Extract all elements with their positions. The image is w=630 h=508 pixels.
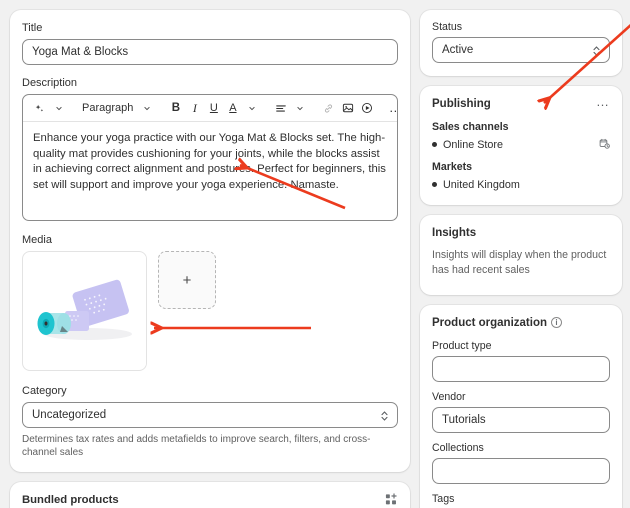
- title-field-group: Title Yoga Mat & Blocks: [22, 21, 398, 65]
- chevron-updown-icon: [380, 408, 389, 422]
- align-chevron-icon[interactable]: [290, 98, 309, 119]
- market-name: United Kingdom: [443, 179, 610, 191]
- underline-button[interactable]: U: [204, 98, 223, 119]
- bold-button[interactable]: B: [166, 98, 185, 119]
- image-icon[interactable]: [338, 98, 357, 119]
- vendor-field: Vendor Tutorials: [432, 391, 610, 433]
- editor-toolbar: Paragraph B I U A: [23, 95, 397, 122]
- italic-button[interactable]: I: [185, 98, 204, 119]
- status-dot: [432, 142, 437, 147]
- insights-card: Insights Insights will display when the …: [420, 215, 622, 295]
- tags-field: Tags: [432, 493, 610, 508]
- media-row: +: [22, 251, 398, 371]
- collections-input[interactable]: [432, 458, 610, 484]
- product-editor-page: Title Yoga Mat & Blocks Description: [0, 0, 630, 508]
- product-organization-title-text: Product organization: [432, 317, 547, 329]
- product-image: [24, 256, 146, 366]
- vendor-input[interactable]: Tutorials: [432, 407, 610, 433]
- block-style-chevron-icon[interactable]: [137, 98, 156, 119]
- block-style-label[interactable]: Paragraph: [78, 102, 137, 114]
- more-options-button[interactable]: …: [386, 98, 398, 119]
- media-thumbnail[interactable]: [22, 251, 147, 371]
- media-field-group: Media: [22, 233, 398, 371]
- vendor-label: Vendor: [432, 391, 610, 403]
- sales-channel-row[interactable]: Online Store: [432, 137, 610, 152]
- bundled-header-text: Bundled products by Bundles: [22, 493, 119, 508]
- description-label: Description: [22, 76, 398, 90]
- schedule-icon[interactable]: [599, 138, 610, 152]
- align-icon[interactable]: [271, 98, 290, 119]
- bundled-products-title: Bundled products: [22, 493, 119, 508]
- category-label: Category: [22, 384, 398, 398]
- publishing-more-button[interactable]: …: [596, 97, 610, 107]
- sales-channels-label: Sales channels: [432, 121, 610, 133]
- text-color-chevron-icon[interactable]: [242, 98, 261, 119]
- category-help-text: Determines tax rates and adds metafields…: [22, 433, 398, 459]
- title-label: Title: [22, 21, 398, 35]
- chevron-updown-icon: [592, 43, 601, 57]
- bundled-header: Bundled products by Bundles: [22, 493, 398, 508]
- product-type-input[interactable]: [432, 356, 610, 382]
- category-select[interactable]: Uncategorized: [22, 402, 398, 428]
- app-grid-icon[interactable]: [385, 493, 398, 508]
- publishing-header: Publishing …: [432, 97, 610, 112]
- main-column: Title Yoga Mat & Blocks Description: [10, 10, 410, 508]
- publishing-card: Publishing … Sales channels Online Store: [420, 86, 622, 205]
- info-icon[interactable]: i: [551, 317, 562, 328]
- insights-body: Insights will display when the product h…: [432, 248, 610, 278]
- description-body[interactable]: Enhance your yoga practice with our Yoga…: [23, 122, 397, 220]
- status-select[interactable]: Active: [432, 37, 610, 63]
- product-details-card: Title Yoga Mat & Blocks Description: [10, 10, 410, 472]
- status-value: Active: [442, 38, 473, 62]
- category-value: Uncategorized: [32, 403, 106, 427]
- insights-title: Insights: [432, 226, 610, 241]
- product-type-field: Product type: [432, 340, 610, 382]
- add-media-button[interactable]: +: [158, 251, 216, 309]
- bundled-products-card: Bundled products by Bundles: [10, 482, 410, 508]
- title-input[interactable]: Yoga Mat & Blocks: [22, 39, 398, 65]
- description-field-group: Description Paragraph: [22, 76, 398, 221]
- product-organization-card: Product organization i Product type Vendo…: [420, 305, 622, 508]
- tags-label: Tags: [432, 493, 610, 505]
- sparkle-icon[interactable]: [30, 98, 49, 119]
- text-color-button[interactable]: A: [223, 98, 242, 119]
- publishing-title: Publishing: [432, 97, 491, 112]
- market-row[interactable]: United Kingdom: [432, 177, 610, 192]
- description-editor[interactable]: Paragraph B I U A: [22, 94, 398, 221]
- status-dot: [432, 182, 437, 187]
- markets-label: Markets: [432, 161, 610, 173]
- video-icon[interactable]: [357, 98, 376, 119]
- media-label: Media: [22, 233, 398, 247]
- sparkle-dropdown-chevron-icon[interactable]: [49, 98, 68, 119]
- status-label: Status: [432, 21, 610, 33]
- product-type-label: Product type: [432, 340, 610, 352]
- product-organization-title: Product organization i: [432, 316, 610, 331]
- collections-field: Collections: [432, 442, 610, 484]
- category-field-group: Category Uncategorized Determines tax ra…: [22, 384, 398, 459]
- link-icon: [319, 98, 338, 119]
- status-card: Status Active: [420, 10, 622, 76]
- sales-channel-name: Online Store: [443, 139, 593, 151]
- collections-label: Collections: [432, 442, 610, 454]
- sidebar-column: Status Active Publishing … Sales channel…: [420, 10, 622, 508]
